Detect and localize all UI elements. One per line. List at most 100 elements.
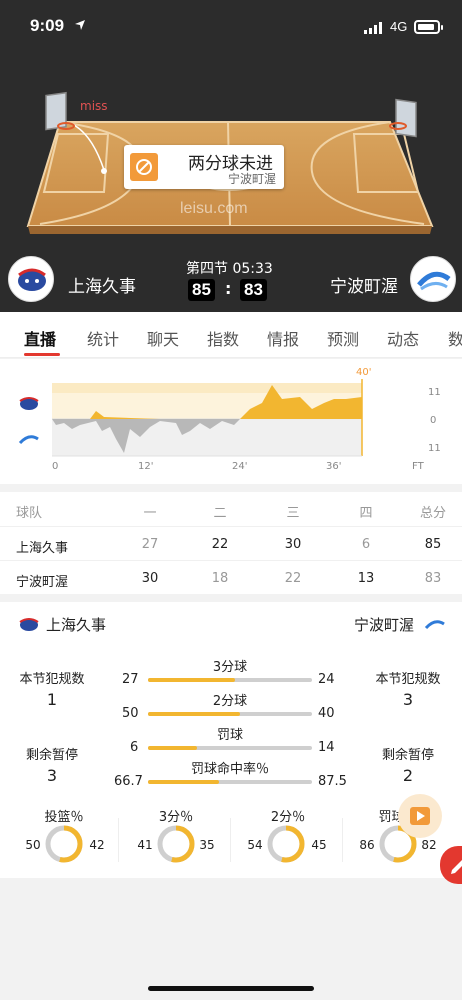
col-q3: 三 bbox=[286, 506, 300, 521]
tab-chat[interactable]: 聊天 bbox=[147, 326, 179, 350]
donut-title: 2分％ bbox=[270, 810, 306, 825]
donut-divider bbox=[342, 818, 343, 862]
edit-icon bbox=[451, 860, 462, 874]
away-team-name[interactable]: 宁波町渥 bbox=[330, 272, 398, 297]
home-indicator[interactable] bbox=[148, 986, 314, 991]
stat-bar-title: 罚球 bbox=[216, 728, 243, 743]
table-row: 宁波町渥 30 18 22 13 83 bbox=[0, 560, 462, 594]
tab-data[interactable]: 数 bbox=[448, 326, 462, 350]
trend-plot bbox=[52, 379, 363, 457]
tab-bar: 直播 统计 聊天 指数 情报 预测 动态 数 bbox=[0, 312, 462, 358]
away-fouls-label: 本节犯规数 bbox=[375, 672, 441, 687]
screen: 9:09 4G miss 两分球未进 宁波町渥 leisu.com 上海久事 第… bbox=[0, 0, 462, 1000]
donut-divider bbox=[230, 818, 231, 862]
trend-x-36: 36' bbox=[326, 461, 342, 472]
donut-away: 45 bbox=[311, 838, 327, 852]
table-header: 球队 一 二 三 四 总分 bbox=[0, 492, 462, 526]
row-q1: 27 bbox=[141, 537, 159, 552]
col-q2: 二 bbox=[213, 506, 227, 521]
away-timeouts-value: 2 bbox=[402, 766, 414, 785]
donut-title: 3分％ bbox=[158, 810, 194, 825]
stat-bar-fill bbox=[148, 780, 219, 784]
col-q4: 四 bbox=[359, 506, 373, 521]
tab-stats[interactable]: 统计 bbox=[87, 326, 119, 350]
donut-chart bbox=[45, 825, 83, 863]
play-video-icon bbox=[410, 807, 430, 825]
home-team-logo[interactable] bbox=[8, 256, 54, 302]
active-tab-indicator bbox=[24, 353, 60, 356]
stat-bar-title: 3分球 bbox=[212, 660, 248, 675]
status-bar: 9:09 4G bbox=[0, 14, 462, 40]
stat-bar-away: 40 bbox=[318, 706, 335, 721]
stat-bar-title: 罚球命中率％ bbox=[190, 762, 269, 777]
missed-shot-icon bbox=[130, 153, 158, 181]
stat-bar-home: 66.7 bbox=[114, 774, 143, 789]
row-total: 85 bbox=[424, 537, 442, 552]
tab-predict[interactable]: 预测 bbox=[327, 326, 359, 350]
tab-live[interactable]: 直播 bbox=[24, 326, 56, 350]
home-stats-logo bbox=[19, 618, 39, 631]
location-arrow-icon bbox=[75, 20, 85, 30]
donut-title: 投篮％ bbox=[44, 810, 84, 825]
away-team-logo[interactable] bbox=[410, 256, 456, 302]
stats-away-team: 宁波町渥 bbox=[354, 616, 415, 634]
watermark: leisu.com bbox=[180, 200, 248, 217]
tab-odds[interactable]: 指数 bbox=[207, 326, 239, 350]
trend-x-ft: FT bbox=[412, 461, 424, 472]
stat-bar-away: 87.5 bbox=[318, 774, 347, 789]
battery-icon bbox=[414, 20, 443, 34]
home-fouls-value: 1 bbox=[46, 690, 58, 709]
stat-bar-fill bbox=[148, 712, 240, 716]
game-period: 第四节 05:33 bbox=[186, 261, 273, 277]
trend-x-12: 12' bbox=[138, 461, 154, 472]
status-time: 9:09 bbox=[30, 16, 65, 35]
edit-float-button[interactable] bbox=[440, 846, 462, 884]
row-q2: 18 bbox=[211, 571, 229, 586]
play-event-card: 两分球未进 宁波町渥 bbox=[124, 145, 284, 189]
row-team: 宁波町渥 bbox=[16, 575, 69, 590]
stat-bar-fill bbox=[148, 746, 198, 750]
row-q3: 30 bbox=[284, 537, 302, 552]
tab-intel[interactable]: 情报 bbox=[267, 326, 299, 350]
network-type: 4G bbox=[390, 19, 408, 34]
col-q1: 一 bbox=[143, 506, 157, 521]
away-timeouts-label: 剩余暂停 bbox=[381, 748, 434, 763]
donut-away: 35 bbox=[199, 838, 215, 852]
donut-chart bbox=[267, 825, 305, 863]
col-team: 球队 bbox=[16, 506, 43, 521]
row-q4: 13 bbox=[357, 571, 375, 586]
tab-news[interactable]: 动态 bbox=[387, 326, 419, 350]
trend-x-0: 0 bbox=[52, 461, 59, 472]
away-fouls-value: 3 bbox=[402, 690, 414, 709]
stat-bar-track bbox=[148, 746, 312, 750]
trend-y-bottom: 11 bbox=[428, 443, 441, 454]
col-total: 总分 bbox=[419, 506, 446, 521]
row-q3: 22 bbox=[284, 571, 302, 586]
donut-away: 42 bbox=[89, 838, 105, 852]
trend-time-marker: 40' bbox=[356, 367, 372, 378]
stats-home-team: 上海久事 bbox=[46, 616, 107, 634]
home-timeouts-label: 剩余暂停 bbox=[25, 748, 78, 763]
home-fouls-label: 本节犯规数 bbox=[19, 672, 85, 687]
row-q2: 22 bbox=[211, 537, 229, 552]
stat-bar-track bbox=[148, 712, 312, 716]
stat-bar-track bbox=[148, 678, 312, 682]
stat-bar-title: 2分球 bbox=[212, 694, 248, 709]
row-total: 83 bbox=[424, 571, 442, 586]
stat-bar-track bbox=[148, 780, 312, 784]
scoreboard: 上海久事 第四节 05:33 85 : 83 宁波町渥 bbox=[0, 248, 462, 312]
play-event-team: 宁波町渥 bbox=[227, 172, 276, 186]
quarter-score-table: 球队 一 二 三 四 总分 上海久事 27 22 30 6 85 宁波町渥 30… bbox=[0, 492, 462, 594]
miss-label: miss bbox=[80, 99, 108, 113]
stat-bar-fill bbox=[148, 678, 235, 682]
video-float-button[interactable] bbox=[398, 794, 442, 838]
home-team-name[interactable]: 上海久事 bbox=[68, 272, 136, 297]
live-header: 9:09 4G miss 两分球未进 宁波町渥 leisu.com 上海久事 第… bbox=[0, 0, 462, 312]
row-q1: 30 bbox=[141, 571, 159, 586]
donut-divider bbox=[118, 818, 119, 862]
score-separator: : bbox=[225, 279, 232, 298]
row-team: 上海久事 bbox=[16, 541, 69, 556]
signal-icon bbox=[364, 22, 382, 34]
home-score: 85 bbox=[188, 279, 215, 301]
trend-x-24: 24' bbox=[232, 461, 248, 472]
